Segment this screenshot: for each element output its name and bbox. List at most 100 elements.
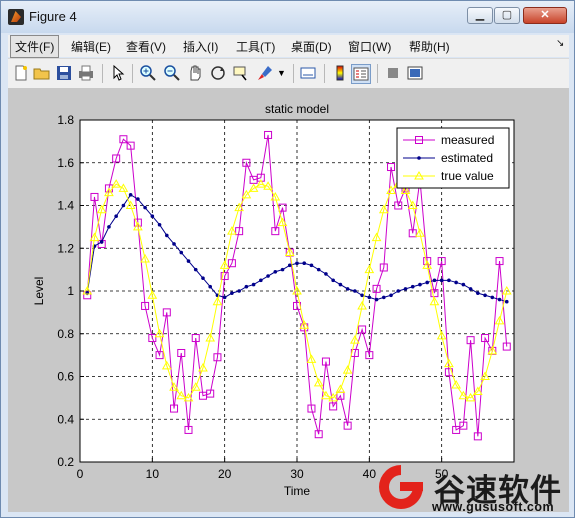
data-point-estimated	[150, 214, 155, 218]
data-point-estimated	[172, 242, 176, 246]
menu-view[interactable]: 查看(V)	[126, 38, 166, 55]
x-tick-label: 40	[363, 467, 377, 481]
data-point-estimated	[476, 291, 480, 295]
figure-canvas: 0 10 20 30 40 50 0.2 0.4 0.6 0.8 1 1.2 1.4 1.6 1.8 stat…	[8, 88, 569, 512]
y-tick-label: 0.2	[57, 455, 74, 469]
y-tick-label: 0.4	[57, 412, 74, 426]
data-point-estimated	[201, 276, 205, 280]
y-axis-label: Level	[32, 277, 46, 306]
data-point-estimated	[107, 225, 111, 229]
print-icon[interactable]	[77, 64, 95, 82]
data-point-estimated	[165, 233, 169, 238]
data-point-estimated	[136, 197, 140, 201]
data-point-estimated	[439, 278, 444, 283]
colorbar-icon[interactable]	[331, 64, 349, 82]
data-point-estimated	[331, 278, 335, 283]
data-point-estimated	[490, 295, 495, 300]
data-point-estimated	[382, 295, 386, 300]
new-figure-icon[interactable]	[12, 64, 30, 82]
data-point-estimated	[251, 282, 256, 287]
data-point-estimated	[193, 267, 198, 272]
toolbar-separator	[324, 64, 325, 83]
data-point-estimated	[179, 250, 184, 255]
save-icon[interactable]	[55, 64, 73, 82]
data-point-estimated	[367, 295, 372, 300]
zoom-in-icon[interactable]	[139, 64, 157, 82]
data-point-estimated	[230, 291, 234, 295]
y-tick-label: 1.2	[57, 241, 74, 255]
menu-window[interactable]: 窗口(W)	[348, 38, 391, 55]
data-point-estimated	[468, 287, 473, 291]
data-point-estimated	[504, 299, 509, 304]
data-point-estimated	[280, 267, 285, 272]
data-point-estimated	[432, 278, 437, 283]
y-tick-label: 1.6	[57, 156, 74, 170]
brush-icon[interactable]	[256, 64, 274, 82]
toolbar-separator	[102, 64, 103, 83]
x-tick-label: 0	[77, 467, 84, 481]
x-tick-label: 20	[218, 467, 232, 481]
maximize-button[interactable]: ▢	[494, 7, 520, 24]
data-point-estimated	[259, 278, 263, 283]
legend-label: true value	[441, 169, 494, 183]
data-point-estimated	[244, 284, 249, 289]
data-point-estimated	[114, 214, 118, 218]
data-point-estimated	[128, 193, 133, 197]
pan-hand-icon[interactable]	[186, 64, 204, 82]
data-point-estimated	[374, 297, 379, 302]
data-point-estimated	[237, 289, 241, 293]
menu-dock-arrow-icon[interactable]: ↘	[556, 38, 564, 49]
matlab-icon	[8, 9, 24, 25]
toolbar-separator	[377, 64, 378, 83]
minimize-button[interactable]: ▁	[467, 7, 493, 24]
data-point-estimated	[403, 287, 408, 291]
pointer-icon[interactable]	[109, 64, 127, 82]
data-point-estimated	[99, 240, 104, 244]
data-point-estimated	[143, 205, 147, 210]
data-point-estimated	[324, 272, 328, 276]
menu-tools[interactable]: 工具(T)	[236, 38, 275, 55]
brand-logo-icon	[379, 465, 423, 509]
open-file-icon[interactable]	[33, 64, 51, 82]
data-point-estimated	[396, 289, 401, 293]
menu-desktop[interactable]: 桌面(D)	[291, 38, 332, 55]
data-cursor-icon[interactable]	[232, 64, 250, 82]
plot-svg[interactable]: 0 10 20 30 40 500.20.40.60.811.21.41.61.8stat…	[8, 88, 569, 512]
data-point-estimated	[353, 289, 357, 293]
data-point-estimated	[295, 261, 299, 266]
legend-marker	[417, 156, 421, 160]
menu-file[interactable]: 文件(F)	[10, 35, 60, 58]
rotate-3d-icon[interactable]	[209, 64, 227, 82]
x-tick-label: 30	[290, 467, 304, 481]
figure-toolbar: ▼	[8, 58, 569, 88]
data-point-estimated	[461, 282, 466, 287]
window-title: Figure 4	[29, 9, 77, 24]
toolbar-separator	[293, 64, 294, 83]
menu-insert[interactable]: 插入(I)	[183, 38, 218, 55]
toolbar-separator	[132, 64, 133, 83]
menu-bar: 文件(F) 编辑(E) 查看(V) 插入(I) 工具(T) 桌面(D) 窗口(W…	[8, 35, 569, 58]
data-point-estimated	[287, 263, 292, 268]
hide-plot-tools-icon[interactable]	[384, 64, 402, 82]
data-point-estimated	[302, 261, 307, 266]
x-axis-label: Time	[284, 484, 311, 498]
data-point-estimated	[425, 280, 430, 285]
data-point-estimated	[410, 284, 415, 289]
data-point-estimated	[338, 282, 343, 287]
close-button[interactable]: ✕	[523, 7, 567, 24]
menu-help[interactable]: 帮助(H)	[409, 38, 450, 55]
y-tick-label: 0.8	[57, 327, 74, 341]
legend-icon[interactable]	[351, 64, 371, 84]
y-tick-label: 1.4	[57, 199, 74, 213]
data-point-estimated	[447, 278, 451, 283]
zoom-out-icon[interactable]	[163, 64, 181, 82]
title-bar: Figure 4 ▁ ▢ ✕	[1, 1, 574, 33]
data-point-estimated	[222, 295, 227, 300]
data-point-estimated	[121, 203, 126, 208]
data-point-estimated	[186, 259, 191, 263]
show-plot-tools-icon[interactable]	[406, 64, 424, 82]
data-point-estimated	[454, 280, 458, 285]
data-point-estimated	[309, 263, 314, 268]
link-icon[interactable]	[299, 64, 317, 82]
menu-edit[interactable]: 编辑(E)	[71, 38, 111, 55]
